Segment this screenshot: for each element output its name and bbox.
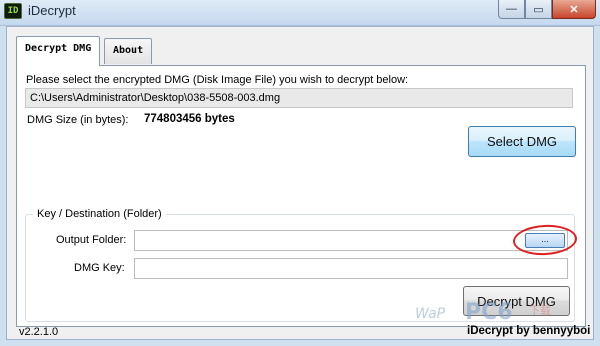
- decrypt-dmg-button[interactable]: Decrypt DMG: [463, 286, 570, 316]
- tab-about[interactable]: About: [104, 38, 153, 64]
- dmg-size-value: 774803456 bytes: [144, 113, 235, 125]
- group-title: Key / Destination (Folder): [33, 208, 166, 220]
- dmg-key-label: DMG Key:: [74, 262, 125, 274]
- select-prompt: Please select the encrypted DMG (Disk Im…: [26, 74, 409, 86]
- title-bar[interactable]: ID iDecrypt — ▭ ✕: [0, 0, 600, 26]
- dmg-size-label: DMG Size (in bytes):: [27, 114, 129, 126]
- dmg-path-field[interactable]: C:\Users\Administrator\Desktop\038-5508-…: [25, 88, 573, 108]
- version-label: v2.2.1.0: [19, 326, 59, 338]
- window-title: iDecrypt: [28, 3, 76, 18]
- window-client: Decrypt DMG About Please select the encr…: [6, 26, 594, 340]
- dmg-key-field[interactable]: [134, 258, 568, 279]
- output-folder-label: Output Folder:: [56, 234, 127, 246]
- tab-decrypt-dmg[interactable]: Decrypt DMG: [16, 36, 101, 66]
- decrypt-panel: Please select the encrypted DMG (Disk Im…: [16, 65, 586, 327]
- credit-label: iDecrypt by bennyyboi: [467, 325, 591, 337]
- minimize-button[interactable]: —: [498, 0, 525, 19]
- select-dmg-button[interactable]: Select DMG: [468, 126, 576, 157]
- maximize-button[interactable]: ▭: [525, 0, 552, 19]
- window-controls: — ▭ ✕: [498, 0, 596, 19]
- close-button[interactable]: ✕: [552, 0, 596, 19]
- output-folder-field[interactable]: [134, 230, 568, 251]
- app-icon: ID: [4, 3, 22, 19]
